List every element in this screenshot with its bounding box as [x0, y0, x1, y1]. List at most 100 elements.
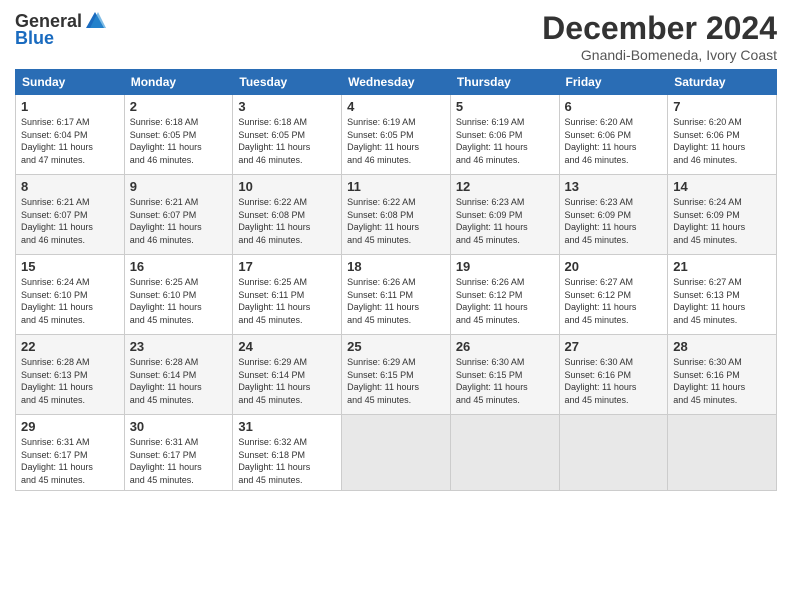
day-info: Sunrise: 6:25 AM Sunset: 6:11 PM Dayligh… [238, 276, 336, 326]
day-info: Sunrise: 6:27 AM Sunset: 6:12 PM Dayligh… [565, 276, 663, 326]
day-number: 30 [130, 419, 228, 434]
table-row: 20Sunrise: 6:27 AM Sunset: 6:12 PM Dayli… [559, 255, 668, 335]
table-row: 19 Sunrise: 6:26 AM Sunset: 6:12 PM Dayli… [450, 255, 559, 335]
day-info: Sunrise: 6:21 AM Sunset: 6:07 PM Dayligh… [130, 196, 228, 246]
logo: General Blue [15, 10, 106, 49]
header: General Blue December 2024 Gnandi-Bomene… [15, 10, 777, 63]
month-title: December 2024 [542, 10, 777, 47]
calendar-header-row: Sunday Monday Tuesday Wednesday Thursday… [16, 70, 777, 95]
day-info: Sunrise: 6:19 AM Sunset: 6:05 PM Dayligh… [347, 116, 445, 166]
table-row [559, 415, 668, 491]
table-row: 14Sunrise: 6:24 AM Sunset: 6:09 PM Dayli… [668, 175, 777, 255]
day-number: 7 [673, 99, 771, 114]
table-row: 15 Sunrise: 6:24 AM Sunset: 6:10 PM Dayli… [16, 255, 125, 335]
day-number: 25 [347, 339, 445, 354]
day-info: Sunrise: 6:17 AM Sunset: 6:04 PM Dayligh… [21, 116, 119, 166]
day-number: 24 [238, 339, 336, 354]
table-row [668, 415, 777, 491]
day-info: Sunrise: 6:20 AM Sunset: 6:06 PM Dayligh… [565, 116, 663, 166]
day-number: 27 [565, 339, 663, 354]
day-info: Sunrise: 6:31 AM Sunset: 6:17 PM Dayligh… [21, 436, 119, 486]
calendar-week-3: 15 Sunrise: 6:24 AM Sunset: 6:10 PM Dayli… [16, 255, 777, 335]
table-row [342, 415, 451, 491]
calendar-week-2: 8 Sunrise: 6:21 AM Sunset: 6:07 PM Daylig… [16, 175, 777, 255]
day-info: Sunrise: 6:28 AM Sunset: 6:13 PM Dayligh… [21, 356, 119, 406]
day-info: Sunrise: 6:18 AM Sunset: 6:05 PM Dayligh… [130, 116, 228, 166]
table-row: 21 Sunrise: 6:27 AM Sunset: 6:13 PM Dayli… [668, 255, 777, 335]
table-row: 2 Sunrise: 6:18 AM Sunset: 6:05 PM Daylig… [124, 95, 233, 175]
day-info: Sunrise: 6:30 AM Sunset: 6:15 PM Dayligh… [456, 356, 554, 406]
location-title: Gnandi-Bomeneda, Ivory Coast [542, 47, 777, 63]
day-info: Sunrise: 6:32 AM Sunset: 6:18 PM Dayligh… [238, 436, 336, 486]
col-sunday: Sunday [16, 70, 125, 95]
table-row: 27 Sunrise: 6:30 AM Sunset: 6:16 PM Dayli… [559, 335, 668, 415]
day-number: 19 [456, 259, 554, 274]
day-info: Sunrise: 6:26 AM Sunset: 6:12 PM Dayligh… [456, 276, 554, 326]
table-row: 1Sunrise: 6:17 AM Sunset: 6:04 PM Daylig… [16, 95, 125, 175]
day-number: 11 [347, 179, 445, 194]
table-row: 31 Sunrise: 6:32 AM Sunset: 6:18 PM Dayli… [233, 415, 342, 491]
day-number: 13 [565, 179, 663, 194]
table-row: 30 Sunrise: 6:31 AM Sunset: 6:17 PM Dayli… [124, 415, 233, 491]
table-row: 24Sunrise: 6:29 AM Sunset: 6:14 PM Dayli… [233, 335, 342, 415]
day-number: 2 [130, 99, 228, 114]
day-info: Sunrise: 6:28 AM Sunset: 6:14 PM Dayligh… [130, 356, 228, 406]
day-number: 3 [238, 99, 336, 114]
day-number: 10 [238, 179, 336, 194]
day-number: 14 [673, 179, 771, 194]
col-saturday: Saturday [668, 70, 777, 95]
day-info: Sunrise: 6:27 AM Sunset: 6:13 PM Dayligh… [673, 276, 771, 326]
calendar-week-1: 1Sunrise: 6:17 AM Sunset: 6:04 PM Daylig… [16, 95, 777, 175]
day-info: Sunrise: 6:18 AM Sunset: 6:05 PM Dayligh… [238, 116, 336, 166]
day-info: Sunrise: 6:22 AM Sunset: 6:08 PM Dayligh… [347, 196, 445, 246]
day-number: 9 [130, 179, 228, 194]
table-row: 11 Sunrise: 6:22 AM Sunset: 6:08 PM Dayli… [342, 175, 451, 255]
day-number: 22 [21, 339, 119, 354]
table-row: 18Sunrise: 6:26 AM Sunset: 6:11 PM Dayli… [342, 255, 451, 335]
day-number: 5 [456, 99, 554, 114]
day-info: Sunrise: 6:19 AM Sunset: 6:06 PM Dayligh… [456, 116, 554, 166]
day-info: Sunrise: 6:29 AM Sunset: 6:15 PM Dayligh… [347, 356, 445, 406]
col-thursday: Thursday [450, 70, 559, 95]
logo-icon [84, 10, 106, 32]
table-row: 25 Sunrise: 6:29 AM Sunset: 6:15 PM Dayli… [342, 335, 451, 415]
table-row: 9 Sunrise: 6:21 AM Sunset: 6:07 PM Daylig… [124, 175, 233, 255]
day-info: Sunrise: 6:23 AM Sunset: 6:09 PM Dayligh… [565, 196, 663, 246]
table-row: 8 Sunrise: 6:21 AM Sunset: 6:07 PM Daylig… [16, 175, 125, 255]
table-row: 13 Sunrise: 6:23 AM Sunset: 6:09 PM Dayli… [559, 175, 668, 255]
day-number: 23 [130, 339, 228, 354]
table-row: 16Sunrise: 6:25 AM Sunset: 6:10 PM Dayli… [124, 255, 233, 335]
calendar-week-4: 22 Sunrise: 6:28 AM Sunset: 6:13 PM Dayli… [16, 335, 777, 415]
calendar-week-5: 29Sunrise: 6:31 AM Sunset: 6:17 PM Dayli… [16, 415, 777, 491]
day-info: Sunrise: 6:21 AM Sunset: 6:07 PM Dayligh… [21, 196, 119, 246]
day-info: Sunrise: 6:20 AM Sunset: 6:06 PM Dayligh… [673, 116, 771, 166]
col-wednesday: Wednesday [342, 70, 451, 95]
day-info: Sunrise: 6:24 AM Sunset: 6:10 PM Dayligh… [21, 276, 119, 326]
col-tuesday: Tuesday [233, 70, 342, 95]
day-number: 18 [347, 259, 445, 274]
day-number: 21 [673, 259, 771, 274]
day-number: 12 [456, 179, 554, 194]
day-number: 8 [21, 179, 119, 194]
table-row: 3 Sunrise: 6:18 AM Sunset: 6:05 PM Daylig… [233, 95, 342, 175]
table-row: 12Sunrise: 6:23 AM Sunset: 6:09 PM Dayli… [450, 175, 559, 255]
col-monday: Monday [124, 70, 233, 95]
day-number: 31 [238, 419, 336, 434]
col-friday: Friday [559, 70, 668, 95]
day-number: 4 [347, 99, 445, 114]
day-number: 6 [565, 99, 663, 114]
table-row: 5 Sunrise: 6:19 AM Sunset: 6:06 PM Daylig… [450, 95, 559, 175]
calendar: Sunday Monday Tuesday Wednesday Thursday… [15, 69, 777, 491]
table-row [450, 415, 559, 491]
day-number: 28 [673, 339, 771, 354]
table-row: 22 Sunrise: 6:28 AM Sunset: 6:13 PM Dayli… [16, 335, 125, 415]
table-row: 10 Sunrise: 6:22 AM Sunset: 6:08 PM Dayli… [233, 175, 342, 255]
day-number: 15 [21, 259, 119, 274]
table-row: 28 Sunrise: 6:30 AM Sunset: 6:16 PM Dayli… [668, 335, 777, 415]
day-info: Sunrise: 6:30 AM Sunset: 6:16 PM Dayligh… [673, 356, 771, 406]
day-info: Sunrise: 6:22 AM Sunset: 6:08 PM Dayligh… [238, 196, 336, 246]
table-row: 17Sunrise: 6:25 AM Sunset: 6:11 PM Dayli… [233, 255, 342, 335]
table-row: 29Sunrise: 6:31 AM Sunset: 6:17 PM Dayli… [16, 415, 125, 491]
day-info: Sunrise: 6:30 AM Sunset: 6:16 PM Dayligh… [565, 356, 663, 406]
day-info: Sunrise: 6:31 AM Sunset: 6:17 PM Dayligh… [130, 436, 228, 486]
